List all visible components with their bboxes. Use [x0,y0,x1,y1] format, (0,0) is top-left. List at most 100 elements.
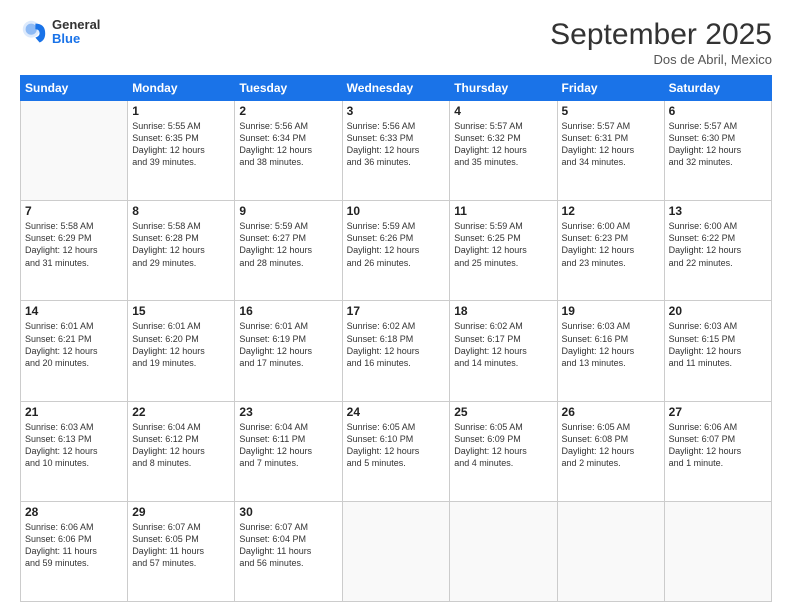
calendar-cell [21,101,128,201]
day-number: 27 [669,405,767,419]
calendar-cell: 24 Sunrise: 6:05 AMSunset: 6:10 PMDayligh… [342,401,450,501]
day-info: Sunrise: 6:01 AMSunset: 6:19 PMDaylight:… [239,320,337,369]
calendar-cell: 28 Sunrise: 6:06 AMSunset: 6:06 PMDayligh… [21,501,128,601]
day-info: Sunrise: 6:02 AMSunset: 6:17 PMDaylight:… [454,320,552,369]
day-number: 19 [562,304,660,318]
day-header-monday: Monday [128,76,235,101]
day-header-thursday: Thursday [450,76,557,101]
calendar-cell: 21 Sunrise: 6:03 AMSunset: 6:13 PMDayligh… [21,401,128,501]
day-number: 21 [25,405,123,419]
day-info: Sunrise: 6:03 AMSunset: 6:15 PMDaylight:… [669,320,767,369]
calendar-cell [450,501,557,601]
day-number: 10 [347,204,446,218]
calendar-cell: 9Sunrise: 5:59 AMSunset: 6:27 PMDaylight… [235,201,342,301]
calendar-cell: 27 Sunrise: 6:06 AMSunset: 6:07 PMDayligh… [664,401,771,501]
logo-icon [20,18,48,46]
day-number: 28 [25,505,123,519]
day-info: Sunrise: 6:00 AMSunset: 6:22 PMDaylight:… [669,220,767,269]
day-header-sunday: Sunday [21,76,128,101]
day-info: Sunrise: 6:01 AMSunset: 6:20 PMDaylight:… [132,320,230,369]
calendar-cell: 1 Sunrise: 5:55 AMSunset: 6:35 PMDaylight… [128,101,235,201]
day-info: Sunrise: 5:59 AMSunset: 6:26 PMDaylight:… [347,220,446,269]
calendar-cell: 6 Sunrise: 5:57 AMSunset: 6:30 PMDaylight… [664,101,771,201]
calendar-cell: 16 Sunrise: 6:01 AMSunset: 6:19 PMDayligh… [235,301,342,401]
day-number: 11 [454,204,552,218]
calendar-cell: 5 Sunrise: 5:57 AMSunset: 6:31 PMDaylight… [557,101,664,201]
calendar-cell: 7Sunrise: 5:58 AMSunset: 6:29 PMDaylight… [21,201,128,301]
day-number: 29 [132,505,230,519]
calendar-cell [342,501,450,601]
day-info: Sunrise: 6:06 AMSunset: 6:06 PMDaylight:… [25,521,123,570]
day-number: 17 [347,304,446,318]
day-info: Sunrise: 6:04 AMSunset: 6:12 PMDaylight:… [132,421,230,470]
calendar-week-3: 21 Sunrise: 6:03 AMSunset: 6:13 PMDayligh… [21,401,772,501]
day-number: 15 [132,304,230,318]
day-info: Sunrise: 6:00 AMSunset: 6:23 PMDaylight:… [562,220,660,269]
day-number: 25 [454,405,552,419]
logo-text: General Blue [52,18,100,47]
calendar-cell: 30Sunrise: 6:07 AMSunset: 6:04 PMDayligh… [235,501,342,601]
day-number: 5 [562,104,660,118]
calendar-week-4: 28 Sunrise: 6:06 AMSunset: 6:06 PMDayligh… [21,501,772,601]
day-info: Sunrise: 5:55 AMSunset: 6:35 PMDaylight:… [132,120,230,169]
day-info: Sunrise: 5:59 AMSunset: 6:25 PMDaylight:… [454,220,552,269]
title-block: September 2025 Dos de Abril, Mexico [550,18,772,67]
day-header-wednesday: Wednesday [342,76,450,101]
calendar-cell: 12Sunrise: 6:00 AMSunset: 6:23 PMDayligh… [557,201,664,301]
day-info: Sunrise: 5:58 AMSunset: 6:28 PMDaylight:… [132,220,230,269]
day-number: 7 [25,204,123,218]
day-number: 14 [25,304,123,318]
calendar-week-2: 14 Sunrise: 6:01 AMSunset: 6:21 PMDayligh… [21,301,772,401]
day-header-friday: Friday [557,76,664,101]
calendar-cell: 8Sunrise: 5:58 AMSunset: 6:28 PMDaylight… [128,201,235,301]
day-number: 3 [347,104,446,118]
day-info: Sunrise: 6:05 AMSunset: 6:08 PMDaylight:… [562,421,660,470]
day-number: 23 [239,405,337,419]
day-info: Sunrise: 6:05 AMSunset: 6:10 PMDaylight:… [347,421,446,470]
day-number: 9 [239,204,337,218]
day-header-saturday: Saturday [664,76,771,101]
day-info: Sunrise: 6:07 AMSunset: 6:05 PMDaylight:… [132,521,230,570]
day-number: 18 [454,304,552,318]
calendar-cell: 4Sunrise: 5:57 AMSunset: 6:32 PMDaylight… [450,101,557,201]
day-info: Sunrise: 6:02 AMSunset: 6:18 PMDaylight:… [347,320,446,369]
calendar-cell: 13 Sunrise: 6:00 AMSunset: 6:22 PMDayligh… [664,201,771,301]
day-info: Sunrise: 5:57 AMSunset: 6:31 PMDaylight:… [562,120,660,169]
calendar-cell: 22Sunrise: 6:04 AMSunset: 6:12 PMDayligh… [128,401,235,501]
day-info: Sunrise: 5:56 AMSunset: 6:34 PMDaylight:… [239,120,337,169]
calendar-cell: 25Sunrise: 6:05 AMSunset: 6:09 PMDayligh… [450,401,557,501]
day-number: 4 [454,104,552,118]
calendar-cell: 2 Sunrise: 5:56 AMSunset: 6:34 PMDaylight… [235,101,342,201]
day-number: 16 [239,304,337,318]
day-info: Sunrise: 6:03 AMSunset: 6:16 PMDaylight:… [562,320,660,369]
calendar-cell: 18 Sunrise: 6:02 AMSunset: 6:17 PMDayligh… [450,301,557,401]
day-info: Sunrise: 5:56 AMSunset: 6:33 PMDaylight:… [347,120,446,169]
calendar-cell: 17 Sunrise: 6:02 AMSunset: 6:18 PMDayligh… [342,301,450,401]
calendar-week-1: 7Sunrise: 5:58 AMSunset: 6:29 PMDaylight… [21,201,772,301]
header: General Blue September 2025 Dos de Abril… [20,18,772,67]
day-number: 24 [347,405,446,419]
day-number: 26 [562,405,660,419]
calendar-header-row: SundayMondayTuesdayWednesdayThursdayFrid… [21,76,772,101]
day-number: 1 [132,104,230,118]
calendar-cell: 10 Sunrise: 5:59 AMSunset: 6:26 PMDayligh… [342,201,450,301]
day-info: Sunrise: 5:57 AMSunset: 6:30 PMDaylight:… [669,120,767,169]
day-number: 20 [669,304,767,318]
day-number: 6 [669,104,767,118]
calendar-cell: 20 Sunrise: 6:03 AMSunset: 6:15 PMDayligh… [664,301,771,401]
calendar-cell: 11 Sunrise: 5:59 AMSunset: 6:25 PMDayligh… [450,201,557,301]
day-info: Sunrise: 6:03 AMSunset: 6:13 PMDaylight:… [25,421,123,470]
day-info: Sunrise: 6:04 AMSunset: 6:11 PMDaylight:… [239,421,337,470]
day-header-tuesday: Tuesday [235,76,342,101]
day-number: 13 [669,204,767,218]
calendar: SundayMondayTuesdayWednesdayThursdayFrid… [20,75,772,602]
day-number: 2 [239,104,337,118]
calendar-cell: 19 Sunrise: 6:03 AMSunset: 6:16 PMDayligh… [557,301,664,401]
day-info: Sunrise: 6:01 AMSunset: 6:21 PMDaylight:… [25,320,123,369]
calendar-cell: 26 Sunrise: 6:05 AMSunset: 6:08 PMDayligh… [557,401,664,501]
calendar-cell: 29 Sunrise: 6:07 AMSunset: 6:05 PMDayligh… [128,501,235,601]
logo: General Blue [20,18,100,47]
day-info: Sunrise: 6:06 AMSunset: 6:07 PMDaylight:… [669,421,767,470]
calendar-cell [664,501,771,601]
calendar-cell: 23 Sunrise: 6:04 AMSunset: 6:11 PMDayligh… [235,401,342,501]
